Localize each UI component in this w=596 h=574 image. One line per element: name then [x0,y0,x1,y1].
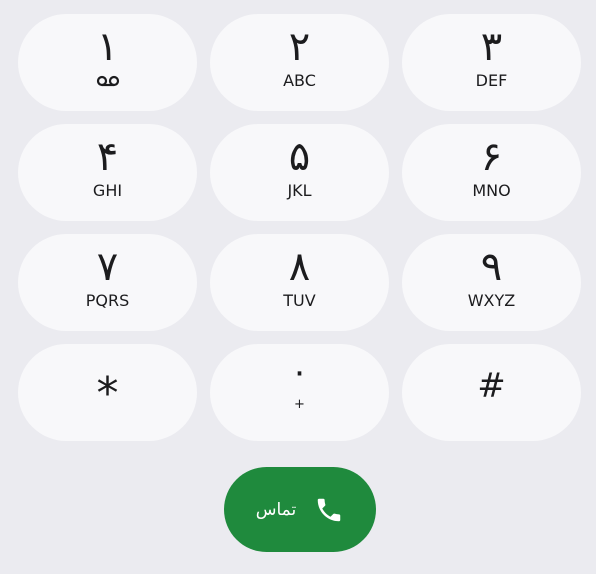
key-4[interactable]: ۴ GHI [18,124,197,221]
key-8[interactable]: ٨ TUV [210,234,389,331]
key-5[interactable]: ۵ JKL [210,124,389,221]
key-letters: DEF [475,71,508,90]
key-digit: * [96,368,119,419]
voicemail-icon [95,71,121,91]
call-button[interactable]: تماس [224,467,376,552]
key-letters: TUV [283,291,316,310]
key-3[interactable]: ٣ DEF [402,14,581,111]
key-0[interactable]: ٠ + [210,344,389,441]
key-9[interactable]: ٩ WXYZ [402,234,581,331]
dialpad: ١ ٢ ABC ٣ DEF ۴ GHI ۵ JKL ۶ MNO ٧ PQRS ٨… [18,14,581,441]
key-digit: ١ [96,24,119,70]
key-7[interactable]: ٧ PQRS [18,234,197,331]
call-label: تماس [255,499,297,520]
key-letters: JKL [287,181,312,200]
key-digit: ۴ [96,134,119,180]
key-letters: PQRS [85,291,130,310]
key-digit: # [477,366,506,406]
key-digit: ۶ [480,134,503,180]
key-digit: ٩ [480,244,503,290]
key-1[interactable]: ١ [18,14,197,111]
key-digit: ۵ [288,134,311,180]
key-digit: ٨ [288,244,311,290]
key-letters: ABC [283,71,316,90]
key-digit: ٧ [96,244,119,290]
key-digit: ٣ [480,24,503,70]
key-hash[interactable]: # [402,344,581,441]
key-digit: ٢ [288,24,311,70]
key-letters: + [294,397,305,412]
key-letters: GHI [92,181,123,200]
phone-icon [314,495,344,525]
key-star[interactable]: * [18,344,197,441]
key-letters: MNO [472,181,511,200]
key-6[interactable]: ۶ MNO [402,124,581,221]
key-digit: ٠ [290,352,309,392]
key-2[interactable]: ٢ ABC [210,14,389,111]
key-letters: WXYZ [467,291,516,310]
